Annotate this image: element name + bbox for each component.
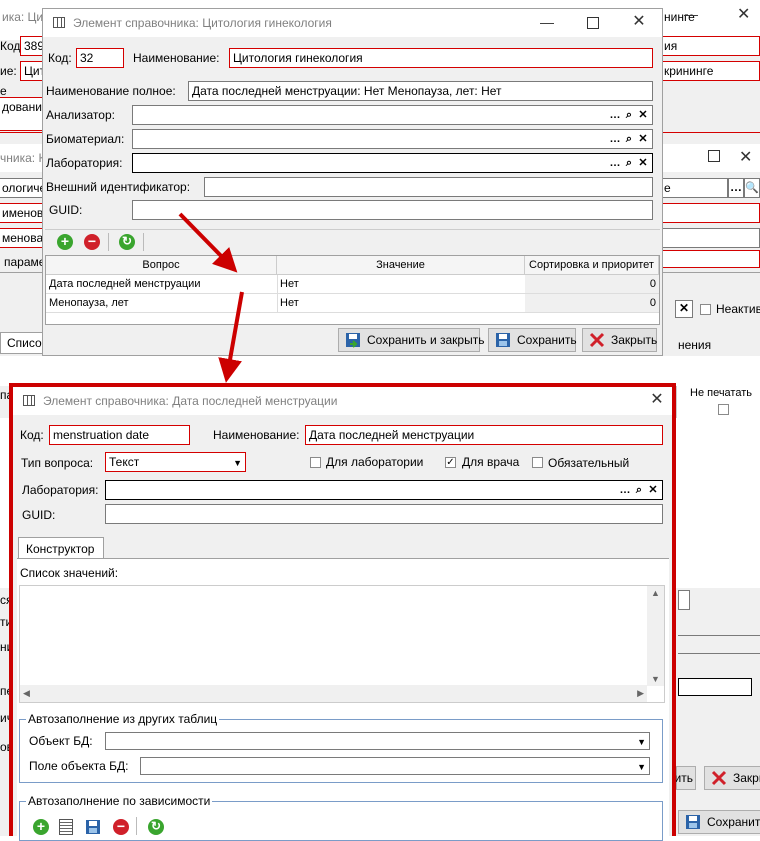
search-icon[interactable]: ⌕ xyxy=(632,482,646,498)
save-icon[interactable] xyxy=(85,819,101,835)
dialog2-title: Элемент справочника: Дата последней менс… xyxy=(43,394,338,408)
for-lab-label: Для лаборатории xyxy=(326,455,424,469)
scroll-right-icon[interactable]: ▶ xyxy=(637,688,644,699)
dialog2-guid-field[interactable] xyxy=(105,504,663,524)
dialog2-qtype-select[interactable]: Текст ▼ xyxy=(105,452,246,472)
dialog2-code-field[interactable]: menstruation date xyxy=(49,425,190,445)
required-label: Обязательный xyxy=(548,456,630,470)
db-object-label: Объект БД: xyxy=(29,734,93,748)
scroll-down-icon[interactable]: ▼ xyxy=(651,674,660,684)
refresh-icon[interactable]: ↻ xyxy=(148,819,164,835)
for-doctor-label: Для врача xyxy=(462,455,520,469)
chevron-down-icon[interactable]: ▼ xyxy=(637,733,646,749)
db-field-label: Поле объекта БД: xyxy=(29,759,129,773)
dialog2-lab-label: Лаборатория: xyxy=(22,483,99,497)
for-doctor-checkbox[interactable]: ✓ xyxy=(445,457,456,468)
clear-icon[interactable]: ✕ xyxy=(646,482,660,498)
chevron-down-icon[interactable]: ▼ xyxy=(637,758,646,774)
autofill-tables-group: Автозаполнение из других таблиц Объект Б… xyxy=(19,712,663,783)
remove-icon[interactable]: − xyxy=(113,819,129,835)
add-icon[interactable]: + xyxy=(33,819,49,835)
arrow-to-row xyxy=(178,212,238,273)
ellipsis-icon[interactable]: … xyxy=(618,482,632,498)
autofill-dependency-group: Автозаполнение по зависимости + − ↻ xyxy=(19,794,663,841)
dialog2-name-field[interactable]: Дата последней менструации xyxy=(305,425,663,445)
scroll-up-icon[interactable]: ▲ xyxy=(651,588,660,598)
arrow-to-dialog xyxy=(218,291,244,383)
dialog2-qtype-label: Тип вопроса: xyxy=(21,456,94,470)
close-icon[interactable]: ✕ xyxy=(649,392,665,408)
values-list-label: Список значений: xyxy=(20,566,119,580)
table-icon xyxy=(23,395,35,406)
dialog2-qtype-value: Текст xyxy=(109,455,140,469)
tab-panel: Список значений: ▲ ▼ ◀ ▶ Автозаполнение … xyxy=(17,558,669,841)
vertical-scrollbar[interactable]: ▲ ▼ xyxy=(647,586,664,686)
dialog-menstruation: Элемент справочника: Дата последней менс… xyxy=(13,387,672,841)
autofill-tables-group-title: Автозаполнение из других таблиц xyxy=(26,712,220,726)
dialog2-titlebar: Элемент справочника: Дата последней менс… xyxy=(13,387,672,415)
dialog2-code-label: Код: xyxy=(20,428,44,442)
dialog2-guid-label: GUID: xyxy=(22,508,56,522)
db-object-select[interactable]: ▼ xyxy=(105,732,650,750)
dialog2-lab-field[interactable]: … ⌕ ✕ xyxy=(105,480,663,500)
for-lab-checkbox[interactable] xyxy=(310,457,321,468)
tab-constructor-label: Конструктор xyxy=(26,542,95,556)
edit-list-icon[interactable] xyxy=(59,819,73,835)
dialog2-name-label: Наименование: xyxy=(213,428,300,442)
required-checkbox[interactable] xyxy=(532,457,543,468)
scroll-left-icon[interactable]: ◀ xyxy=(23,688,30,699)
chevron-down-icon[interactable]: ▼ xyxy=(233,454,242,471)
horizontal-scrollbar[interactable]: ◀ ▶ xyxy=(20,685,647,702)
db-field-select[interactable]: ▼ xyxy=(140,757,650,775)
values-list-textarea[interactable]: ▲ ▼ ◀ ▶ xyxy=(19,585,665,703)
autofill-dependency-group-title: Автозаполнение по зависимости xyxy=(26,794,213,808)
tab-constructor[interactable]: Конструктор xyxy=(18,537,104,559)
